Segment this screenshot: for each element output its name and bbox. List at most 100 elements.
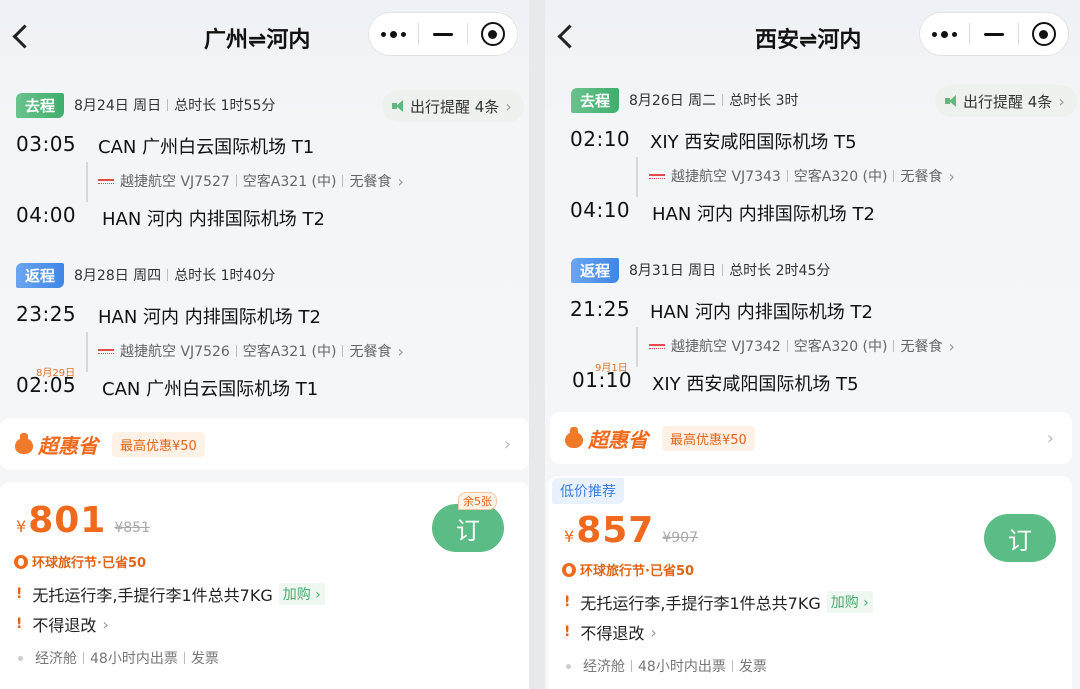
minus-icon (984, 32, 1004, 36)
chevron-right-icon: › (397, 341, 404, 361)
travel-reminder-button[interactable]: 出行提醒 4条 › (935, 85, 1077, 117)
header: 广州⇌河内 (0, 0, 529, 72)
low-price-tag: 低价推荐 (552, 478, 624, 504)
trip-duration: 总时长 1时55分 (174, 98, 276, 114)
book-button[interactable]: 订 (432, 504, 504, 552)
fare-card[interactable]: ¥ 801 ¥851 环球旅行节·已省50 ! 无托运行李,手提行李1件总共7K… (0, 482, 529, 689)
mini-program-capsule (368, 12, 518, 56)
promo-name: 超惠省 (588, 427, 648, 452)
baggage-rule: ! 无托运行李,手提行李1件总共7KG 加购 › (564, 590, 873, 614)
return-tag: 返程 (571, 257, 620, 283)
route-title: 西安⇌河内 (755, 28, 862, 53)
promo-banner[interactable]: 超惠省 最高优惠¥50 › (550, 412, 1072, 464)
refund-rule[interactable]: ! 不得退改 › (16, 612, 109, 636)
book-button[interactable]: 订 (984, 514, 1056, 562)
arrival-time: 04:10 (570, 198, 631, 222)
arrival-time: 04:00 (16, 203, 77, 227)
arrival-airport: HAN 河内 内排国际机场 T2 (102, 209, 325, 230)
back-arrow-icon[interactable] (555, 22, 578, 45)
baggage-rule: ! 无托运行李,手提行李1件总共7KG 加购 › (16, 582, 325, 606)
add-baggage-link[interactable]: 加购 › (826, 591, 873, 613)
header: 西安⇌河内 (545, 0, 1080, 72)
more-dots-icon (931, 30, 957, 38)
outbound-tag: 去程 (16, 92, 65, 118)
festival-discount: 环球旅行节·已省50 (14, 552, 146, 571)
trip-date: 8月31日 周日 (629, 263, 717, 279)
promo-max-discount: 最高优惠¥50 (112, 431, 205, 457)
more-button[interactable] (369, 13, 418, 55)
close-button[interactable] (468, 13, 517, 55)
chevron-right-icon: › (948, 166, 955, 186)
original-price: ¥851 (114, 520, 150, 536)
minus-icon (433, 32, 453, 36)
speaker-icon (392, 99, 406, 113)
departure-airport: HAN 河内 内排国际机场 T2 (98, 307, 321, 328)
trip-duration: 总时长 3时 (729, 93, 799, 109)
flight-panel-left: 广州⇌河内 去程 8月24日 周日 总时长 1时55分 出行提醒 4条 › 03… (0, 0, 529, 689)
more-button[interactable] (920, 13, 969, 55)
discount-icon (14, 554, 28, 569)
airline-logo-icon (98, 178, 114, 184)
target-icon (1031, 22, 1056, 46)
chevron-right-icon: › (948, 336, 955, 356)
trip-duration: 总时长 2时45分 (729, 263, 831, 279)
chevron-right-icon: › (1046, 427, 1054, 449)
mini-program-capsule (919, 12, 1069, 56)
close-button[interactable] (1019, 13, 1068, 55)
arrival-airport: HAN 河内 内排国际机场 T2 (652, 204, 875, 225)
flight-info-link[interactable]: 越捷航空 VJ7343 空客A320 (中) 无餐食 › (649, 166, 955, 186)
minimize-button[interactable] (419, 13, 468, 55)
warning-icon: ! (16, 616, 23, 632)
outbound-tag: 去程 (571, 87, 620, 113)
seats-left-badge: 余5张 (458, 492, 497, 510)
trip-date: 8月24日 周日 (74, 98, 162, 114)
flight-info-link[interactable]: 越捷航空 VJ7342 空客A320 (中) 无餐食 › (649, 336, 955, 356)
trip-duration: 总时长 1时40分 (174, 268, 276, 284)
flight-panel-right: 西安⇌河内 去程 8月26日 周二 总时长 3时 出行提醒 4条 › 02:10… (545, 0, 1080, 689)
festival-discount: 环球旅行节·已省50 (562, 560, 694, 579)
chevron-right-icon: › (505, 96, 512, 116)
arrival-time: 02:05 (16, 373, 77, 397)
price: 857 (576, 510, 655, 551)
promo-max-discount: 最高优惠¥50 (662, 425, 755, 451)
discount-icon (562, 562, 576, 577)
promo-banner[interactable]: 超惠省 最高优惠¥50 › (0, 418, 529, 470)
airline-logo-icon (649, 343, 665, 349)
minimize-button[interactable] (970, 13, 1019, 55)
departure-airport: XIY 西安咸阳国际机场 T5 (650, 132, 857, 153)
airline-logo-icon (98, 348, 114, 354)
trip-date: 8月26日 周二 (629, 93, 717, 109)
airline-logo-icon (649, 173, 665, 179)
refund-rule[interactable]: ! 不得退改 › (564, 620, 657, 644)
chevron-right-icon: › (397, 171, 404, 191)
money-bag-icon (564, 427, 584, 449)
warning-icon: ! (16, 586, 23, 602)
flight-info-link[interactable]: 越捷航空 VJ7526 空客A321 (中) 无餐食 › (98, 341, 404, 361)
original-price: ¥907 (662, 530, 698, 546)
promo-name: 超惠省 (38, 433, 98, 458)
departure-time: 03:05 (16, 132, 77, 156)
departure-airport: CAN 广州白云国际机场 T1 (98, 137, 315, 158)
fare-meta: 经济舱 48小时内出票 发票 (18, 648, 219, 668)
flight-info-link[interactable]: 越捷航空 VJ7527 空客A321 (中) 无餐食 › (98, 171, 404, 191)
more-dots-icon (380, 30, 406, 38)
chevron-right-icon: › (1058, 91, 1065, 111)
warning-icon: ! (564, 624, 571, 640)
back-arrow-icon[interactable] (10, 22, 33, 45)
warning-icon: ! (564, 594, 571, 610)
fare-card[interactable]: 低价推荐 ¥ 857 ¥907 环球旅行节·已省50 ! 无托运行李,手提行李1… (548, 476, 1072, 689)
chevron-right-icon: › (102, 614, 109, 634)
departure-time: 21:25 (570, 297, 631, 321)
departure-airport: HAN 河内 内排国际机场 T2 (650, 302, 873, 323)
money-bag-icon (14, 433, 34, 455)
departure-time: 02:10 (570, 127, 631, 151)
travel-reminder-button[interactable]: 出行提醒 4条 › (382, 90, 524, 122)
speaker-icon (945, 94, 959, 108)
return-tag: 返程 (16, 262, 65, 288)
route-title: 广州⇌河内 (204, 28, 311, 53)
fare-meta: 经济舱 48小时内出票 发票 (566, 656, 767, 676)
trip-date: 8月28日 周四 (74, 268, 162, 284)
arrival-airport: CAN 广州白云国际机场 T1 (102, 379, 319, 400)
arrival-time: 01:10 (572, 368, 633, 392)
add-baggage-link[interactable]: 加购 › (278, 583, 325, 605)
